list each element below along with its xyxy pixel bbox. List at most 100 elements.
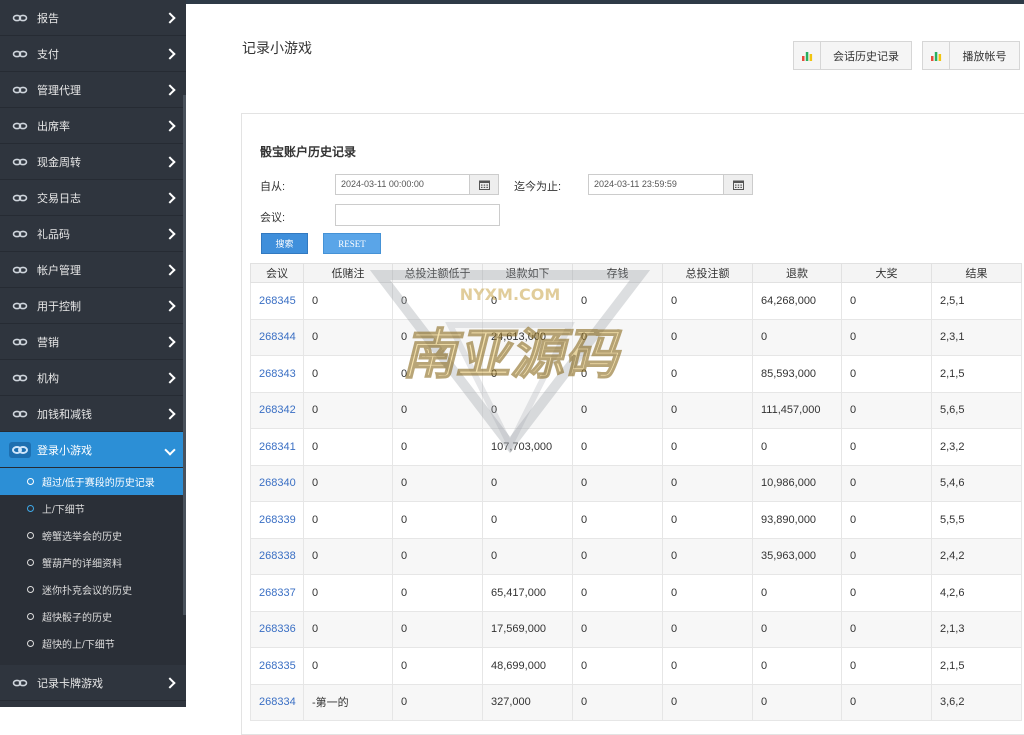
sidebar-scrollbar[interactable] (183, 95, 186, 615)
sidebar-subitem[interactable]: 超过/低于赛段的历史记录 (0, 468, 186, 495)
table-cell: 0 (662, 282, 753, 320)
table-cell: 0 (841, 610, 932, 648)
chevron-right-icon (164, 11, 176, 24)
calendar-icon[interactable] (469, 175, 498, 194)
link-icon (12, 679, 28, 686)
sidebar-item[interactable]: 帐户管理 (0, 252, 186, 288)
sidebar-subitem[interactable]: 上/下细节 (0, 495, 186, 522)
link-icon (12, 230, 28, 237)
reset-button[interactable]: RESET (323, 233, 381, 254)
session-input[interactable] (335, 204, 500, 226)
column-header[interactable]: 总投注额低于 (392, 263, 483, 283)
sidebar-subitem[interactable]: 超快的上/下细节 (0, 630, 186, 657)
table-cell: 0 (303, 464, 393, 502)
session-link[interactable]: 268338 (250, 537, 304, 575)
sidebar-item[interactable]: 机构 (0, 360, 186, 396)
table-cell: 2,3,1 (931, 318, 1022, 356)
from-label: 自从: (260, 181, 286, 193)
link-icon (12, 374, 28, 381)
table-cell: 93,890,000 (752, 501, 842, 539)
session-link[interactable]: 268337 (250, 574, 304, 612)
chevron-right-icon (164, 676, 176, 689)
sidebar-item-label: 用于控制 (37, 300, 81, 313)
session-history-button[interactable]: 会话历史记录 (793, 41, 912, 70)
table-cell: 2,3,2 (931, 428, 1022, 466)
table-row: 268337 0 0 65,417,000 0 0 0 0 4,2,6 (250, 574, 1022, 612)
sidebar-item-mini-game-login[interactable]: 登录小游戏 (0, 432, 186, 468)
sidebar-item[interactable]: 现金周转 (0, 144, 186, 180)
table-body: 268345 0 0 0 0 0 64,268,000 0 2,5,1 268344 0 0 24,61… (250, 282, 1022, 721)
sidebar-item[interactable]: 出席率 (0, 108, 186, 144)
table-cell: 0 (572, 428, 663, 466)
table-cell: -第一的 (303, 683, 393, 721)
play-account-button[interactable]: 播放帐号 (922, 41, 1020, 70)
sidebar-item-label: 加钱和减钱 (37, 408, 92, 421)
sidebar-item[interactable]: 管理代理 (0, 72, 186, 108)
column-header[interactable]: 退款如下 (482, 263, 573, 283)
session-link[interactable]: 268339 (250, 501, 304, 539)
table-cell: 24,613,000 (482, 318, 573, 356)
session-link[interactable]: 268343 (250, 355, 304, 393)
session-link[interactable]: 268334 (250, 683, 304, 721)
column-header[interactable]: 结果 (931, 263, 1022, 283)
sidebar-item-label: 营销 (37, 336, 59, 349)
session-link[interactable]: 268336 (250, 610, 304, 648)
sidebar-subitem[interactable]: 迷你扑克会议的历史 (0, 576, 186, 603)
sidebar-item[interactable]: 记录卡牌游戏 (0, 665, 186, 701)
sidebar-item-label: 记录卡牌游戏 (37, 677, 103, 690)
page-title: 记录小游戏 (242, 40, 312, 56)
link-icon (12, 14, 28, 21)
link-icon (12, 410, 28, 417)
table-row: 268338 0 0 0 0 0 35,963,000 0 2,4,2 (250, 537, 1022, 575)
session-link[interactable]: 268335 (250, 647, 304, 685)
sidebar-subitem[interactable]: 螃蟹选举会的历史 (0, 522, 186, 549)
sidebar-spacer (0, 657, 186, 665)
table-cell: 48,699,000 (482, 647, 573, 685)
table-cell: 0 (392, 647, 483, 685)
column-header[interactable]: 退款 (752, 263, 842, 283)
column-header[interactable]: 会议 (250, 263, 304, 283)
column-header[interactable]: 大奖 (841, 263, 932, 283)
from-date-field[interactable]: 2024-03-11 00:00:00 (335, 174, 499, 195)
column-header[interactable]: 总投注额 (662, 263, 753, 283)
sidebar-item[interactable]: 用于控制 (0, 288, 186, 324)
table-cell: 5,4,6 (931, 464, 1022, 502)
table-cell: 0 (841, 391, 932, 429)
chevron-right-icon (164, 47, 176, 60)
table-cell: 327,000 (482, 683, 573, 721)
sidebar-item[interactable]: 营销 (0, 324, 186, 360)
sidebar-item[interactable]: 支付 (0, 36, 186, 72)
search-button[interactable]: 搜索 (261, 233, 308, 254)
sidebar-item[interactable]: 加钱和减钱 (0, 396, 186, 432)
sidebar-item[interactable]: 报告 (0, 0, 186, 36)
table-cell: 0 (572, 318, 663, 356)
sidebar-item[interactable]: 交易日志 (0, 180, 186, 216)
table-row: 268335 0 0 48,699,000 0 0 0 0 2,1,5 (250, 647, 1022, 685)
link-icon (12, 158, 28, 165)
column-header[interactable]: 低赌注 (303, 263, 393, 283)
session-link[interactable]: 268342 (250, 391, 304, 429)
session-link[interactable]: 268340 (250, 464, 304, 502)
table-cell: 0 (392, 355, 483, 393)
calendar-icon[interactable] (723, 175, 752, 194)
sidebar-item[interactable]: 礼品码 (0, 216, 186, 252)
table-cell: 0 (841, 318, 932, 356)
sidebar-subitem-label: 上/下细节 (42, 505, 85, 516)
chevron-right-icon (164, 263, 176, 276)
table-cell: 0 (752, 647, 842, 685)
table-row: 268340 0 0 0 0 0 10,986,000 0 5,4,6 (250, 464, 1022, 502)
sidebar-subitem-label: 超过/低于赛段的历史记录 (42, 478, 155, 489)
sidebar-subitem[interactable]: 超快骰子的历史 (0, 603, 186, 630)
session-link[interactable]: 268344 (250, 318, 304, 356)
session-link[interactable]: 268345 (250, 282, 304, 320)
sidebar-subitem[interactable]: 蟹葫芦的详细资料 (0, 549, 186, 576)
column-header[interactable]: 存钱 (572, 263, 663, 283)
table-cell: 0 (482, 355, 573, 393)
table-cell: 0 (392, 537, 483, 575)
sidebar-subitem-label: 超快的上/下细节 (42, 640, 115, 651)
table-cell: 0 (662, 683, 753, 721)
table-cell: 0 (482, 282, 573, 320)
to-date-field[interactable]: 2024-03-11 23:59:59 (588, 174, 753, 195)
session-link[interactable]: 268341 (250, 428, 304, 466)
to-date-value: 2024-03-11 23:59:59 (594, 179, 677, 189)
